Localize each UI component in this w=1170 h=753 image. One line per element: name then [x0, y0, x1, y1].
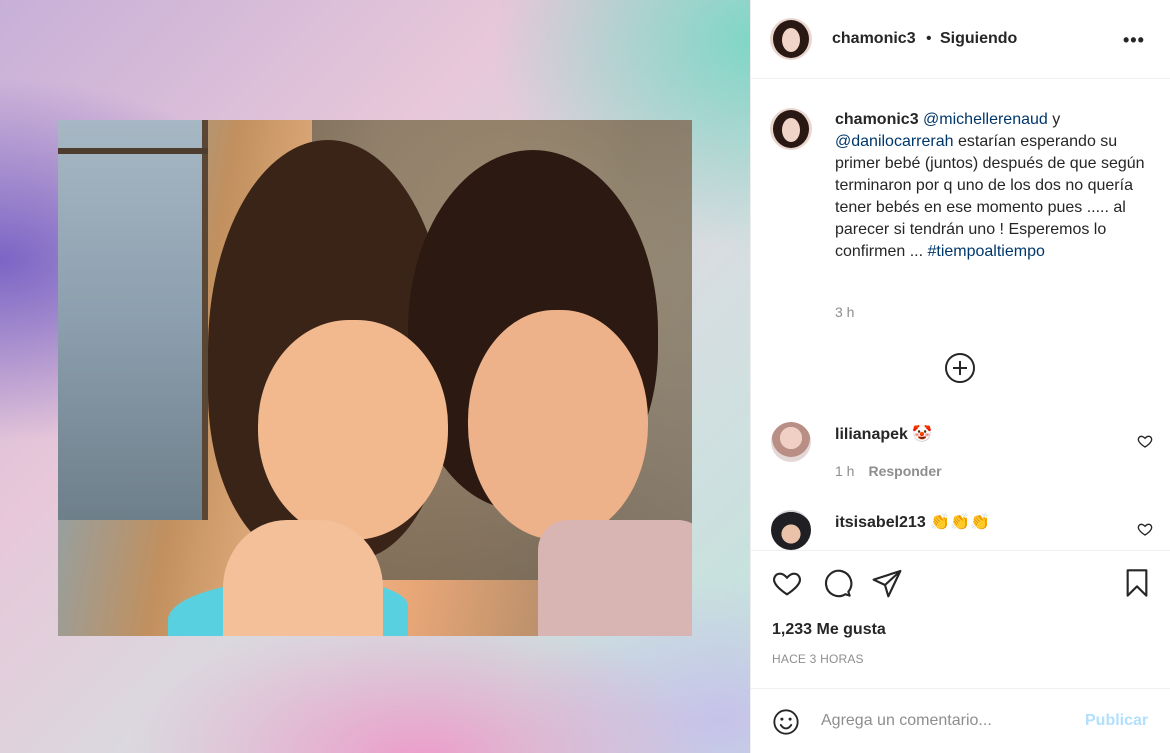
reply-button[interactable]: Responder	[868, 463, 941, 479]
send-icon[interactable]	[871, 567, 903, 599]
post-actions: 1,233 Me gusta HACE 3 HORAS	[751, 550, 1170, 688]
comment-username[interactable]: lilianapek	[835, 426, 908, 443]
more-options-icon[interactable]: •••	[1123, 30, 1147, 50]
bookmark-icon[interactable]	[1121, 567, 1153, 599]
publish-button[interactable]: Publicar	[1085, 712, 1148, 730]
comment-icon[interactable]	[821, 567, 853, 599]
photo-window	[58, 120, 208, 520]
comment-lilianapek: lilianapek 🤡	[835, 424, 932, 444]
caption-mention-michellerenaud[interactable]: @michellerenaud	[923, 111, 1048, 128]
photo-man-shirt	[538, 520, 692, 636]
caption-username[interactable]: chamonic3	[835, 111, 919, 128]
comment-text: 👏👏👏	[930, 514, 990, 531]
caption-text-2: estarían esperando su primer bebé (junto…	[835, 133, 1145, 260]
avatar-face	[782, 28, 800, 52]
commenter-avatar-itsisabel213[interactable]	[771, 510, 811, 550]
caption-author-avatar[interactable]	[770, 108, 812, 150]
add-comment-bar: Publicar	[751, 688, 1170, 753]
post-caption: chamonic3 @michellerenaud y @danilocarre…	[835, 109, 1151, 263]
like-count[interactable]: 1,233 Me gusta	[772, 621, 886, 639]
comment-itsisabel213: itsisabel213 👏👏👏	[835, 512, 990, 532]
comment-meta: 1 h Responder	[835, 463, 942, 479]
header-separator: •	[926, 30, 932, 47]
caption-text-1: y	[1047, 111, 1061, 128]
post-header: chamonic3 • Siguiendo •••	[751, 0, 1170, 79]
photo-man-face	[468, 310, 648, 540]
photo-hands	[223, 520, 383, 636]
comment-username[interactable]: itsisabel213	[835, 514, 926, 531]
following-button[interactable]: Siguiendo	[940, 30, 1017, 48]
emoji-icon[interactable]	[772, 708, 800, 736]
author-username[interactable]: chamonic3	[832, 30, 916, 48]
photo-woman-face	[258, 320, 448, 540]
caption-hashtag[interactable]: #tiempoaltiempo	[927, 243, 1044, 260]
comment-like-heart-icon[interactable]	[1137, 433, 1153, 449]
post-timestamp[interactable]: HACE 3 HORAS	[772, 652, 864, 666]
load-more-comments-icon[interactable]	[945, 353, 975, 383]
media-background	[0, 0, 750, 753]
photo-window-frame	[58, 148, 208, 154]
comment-text: 🤡	[912, 426, 933, 443]
post-side-panel: chamonic3 • Siguiendo ••• chamonic3 @mic…	[750, 0, 1170, 753]
caption-mention-danilocarrerah[interactable]: @danilocarrerah	[835, 133, 954, 150]
comment-like-heart-icon[interactable]	[1137, 521, 1153, 537]
heart-icon[interactable]	[771, 567, 803, 599]
avatar-face	[782, 118, 800, 142]
author-avatar[interactable]	[770, 18, 812, 60]
comment-timestamp[interactable]: 1 h	[835, 463, 854, 479]
commenter-avatar-lilianapek[interactable]	[771, 422, 811, 462]
post-photo[interactable]	[58, 120, 692, 636]
caption-timestamp[interactable]: 3 h	[835, 304, 854, 320]
comment-input[interactable]	[821, 707, 1071, 735]
comments-section[interactable]: chamonic3 @michellerenaud y @danilocarre…	[751, 80, 1170, 550]
